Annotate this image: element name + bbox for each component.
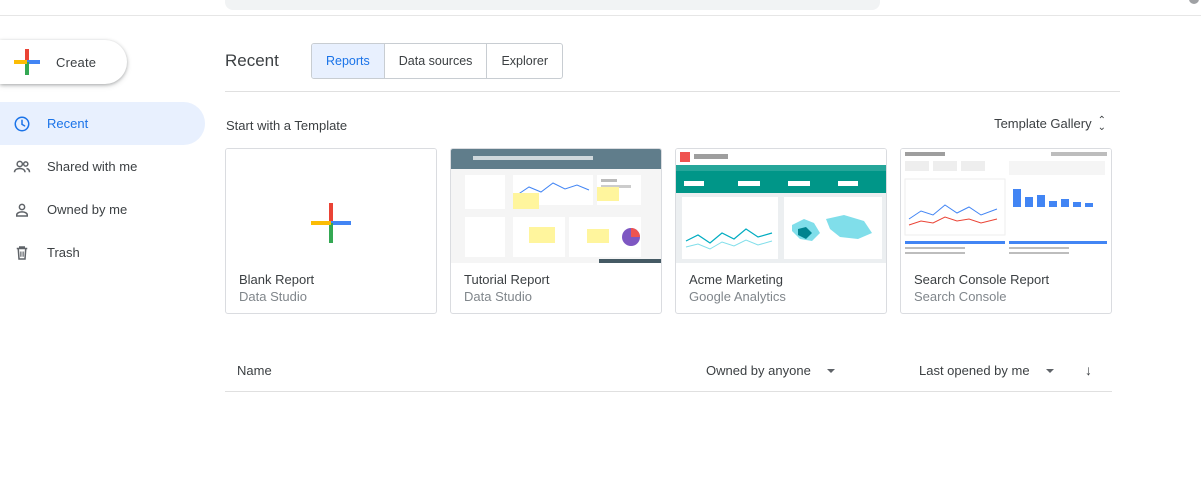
owner-filter-dropdown[interactable]: Owned by anyone bbox=[706, 363, 835, 378]
template-thumbnail bbox=[226, 149, 436, 263]
template-subtitle: Google Analytics bbox=[689, 289, 786, 304]
template-gallery-label: Template Gallery bbox=[994, 116, 1092, 131]
sidebar-item-recent[interactable]: Recent bbox=[0, 102, 205, 145]
template-section-title: Start with a Template bbox=[226, 118, 348, 133]
colored-plus-icon bbox=[14, 49, 40, 75]
template-title: Blank Report bbox=[239, 272, 315, 287]
template-thumbnail bbox=[676, 149, 886, 263]
colored-plus-icon bbox=[311, 203, 351, 243]
trash-icon bbox=[12, 243, 32, 263]
template-card-acme[interactable]: Acme Marketing Google Analytics bbox=[675, 148, 887, 314]
sidebar-item-label: Owned by me bbox=[47, 202, 128, 217]
dropdown-arrow-icon bbox=[826, 368, 835, 373]
sidebar-item-shared[interactable]: Shared with me bbox=[0, 145, 205, 188]
column-name: Name bbox=[237, 363, 272, 378]
tab-reports[interactable]: Reports bbox=[312, 44, 385, 78]
owner-filter-label: Owned by anyone bbox=[706, 363, 811, 378]
sidebar-item-label: Recent bbox=[47, 116, 89, 131]
template-card-blank[interactable]: Blank Report Data Studio bbox=[225, 148, 437, 314]
sort-direction-arrow-icon[interactable]: ↓ bbox=[1085, 362, 1092, 378]
sidebar-nav: Recent Shared with me Owned by me Trash bbox=[0, 102, 205, 274]
people-icon bbox=[12, 157, 32, 177]
template-header: Start with a Template Template Gallery ⌃… bbox=[225, 92, 1120, 148]
template-thumbnail bbox=[901, 149, 1111, 263]
page-title: Recent bbox=[225, 51, 279, 70]
template-cards: Blank Report Data Studio Tutorial Report… bbox=[225, 148, 1112, 314]
template-subtitle: Data Studio bbox=[464, 289, 532, 304]
sidebar-item-owned[interactable]: Owned by me bbox=[0, 188, 205, 231]
sidebar-item-trash[interactable]: Trash bbox=[0, 231, 205, 274]
unfold-icon: ⌃ ⌄ bbox=[1097, 114, 1106, 133]
top-bar bbox=[0, 0, 1201, 16]
template-card-tutorial[interactable]: Tutorial Report Data Studio bbox=[450, 148, 662, 314]
template-title: Tutorial Report bbox=[464, 272, 550, 287]
sidebar-item-label: Trash bbox=[47, 245, 80, 260]
create-button[interactable]: Create bbox=[0, 40, 127, 84]
tab-data-sources[interactable]: Data sources bbox=[385, 44, 488, 78]
tab-explorer[interactable]: Explorer bbox=[487, 44, 562, 78]
tab-group: Reports Data sources Explorer bbox=[311, 43, 563, 79]
main-header: Recent Reports Data sources Explorer bbox=[225, 40, 1120, 92]
report-list-header: Name Owned by anyone Last opened by me ↓ bbox=[225, 352, 1112, 392]
sidebar-item-label: Shared with me bbox=[47, 159, 138, 174]
template-subtitle: Data Studio bbox=[239, 289, 307, 304]
template-thumbnail bbox=[451, 149, 661, 263]
account-icon[interactable] bbox=[1189, 0, 1199, 4]
template-gallery-toggle[interactable]: Template Gallery ⌃ ⌄ bbox=[994, 114, 1106, 133]
dropdown-arrow-icon bbox=[1045, 368, 1054, 373]
create-label: Create bbox=[56, 54, 97, 70]
sort-dropdown[interactable]: Last opened by me bbox=[919, 363, 1054, 378]
sort-label: Last opened by me bbox=[919, 363, 1030, 378]
main-content: Recent Reports Data sources Explorer Sta… bbox=[225, 40, 1120, 392]
person-icon bbox=[12, 200, 32, 220]
template-subtitle: Search Console bbox=[914, 289, 1007, 304]
template-card-search-console[interactable]: Search Console Report Search Console bbox=[900, 148, 1112, 314]
clock-icon bbox=[12, 114, 32, 134]
template-title: Acme Marketing bbox=[689, 272, 783, 287]
template-title: Search Console Report bbox=[914, 272, 1050, 287]
search-bar[interactable] bbox=[225, 0, 880, 10]
